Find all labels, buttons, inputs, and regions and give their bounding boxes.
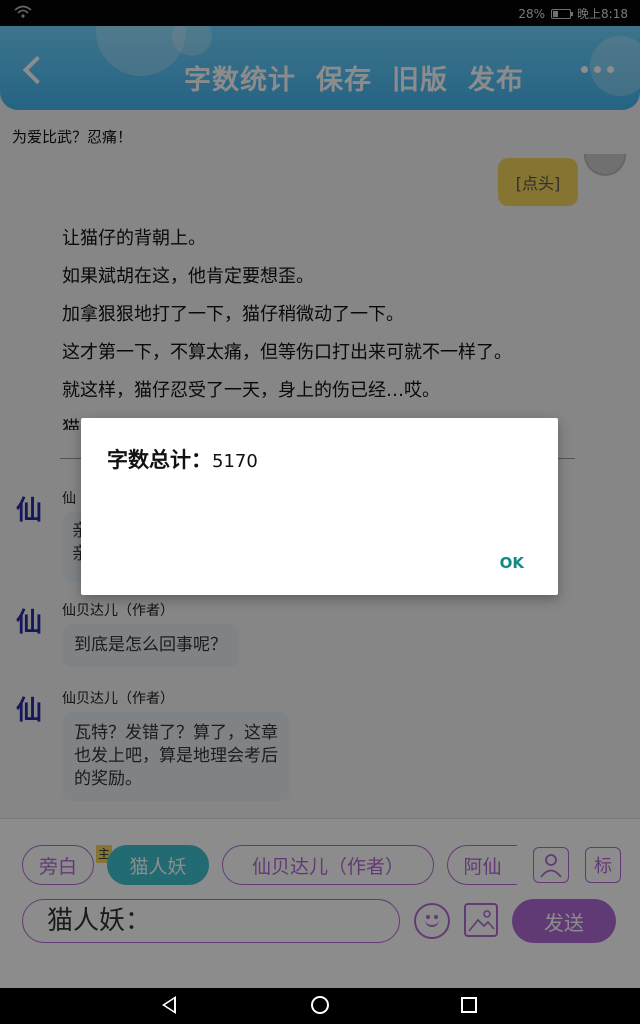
screen: 28% 晚上8:18 字数统计 保存 旧版 发布 为爱比武？忍痛！ [点头] 让…	[0, 0, 640, 1024]
ok-button[interactable]: OK	[500, 554, 524, 572]
word-count-dialog: 字数总计：5170 OK	[81, 418, 558, 595]
nav-home-icon[interactable]	[311, 996, 329, 1014]
nav-back-icon[interactable]	[162, 996, 176, 1014]
nav-recents-icon[interactable]	[461, 997, 477, 1013]
word-count-value: 5170	[212, 451, 258, 472]
dialog-title-label: 字数总计：	[107, 448, 212, 472]
system-nav-bar	[0, 988, 640, 1024]
dialog-title: 字数总计：5170	[107, 444, 258, 474]
